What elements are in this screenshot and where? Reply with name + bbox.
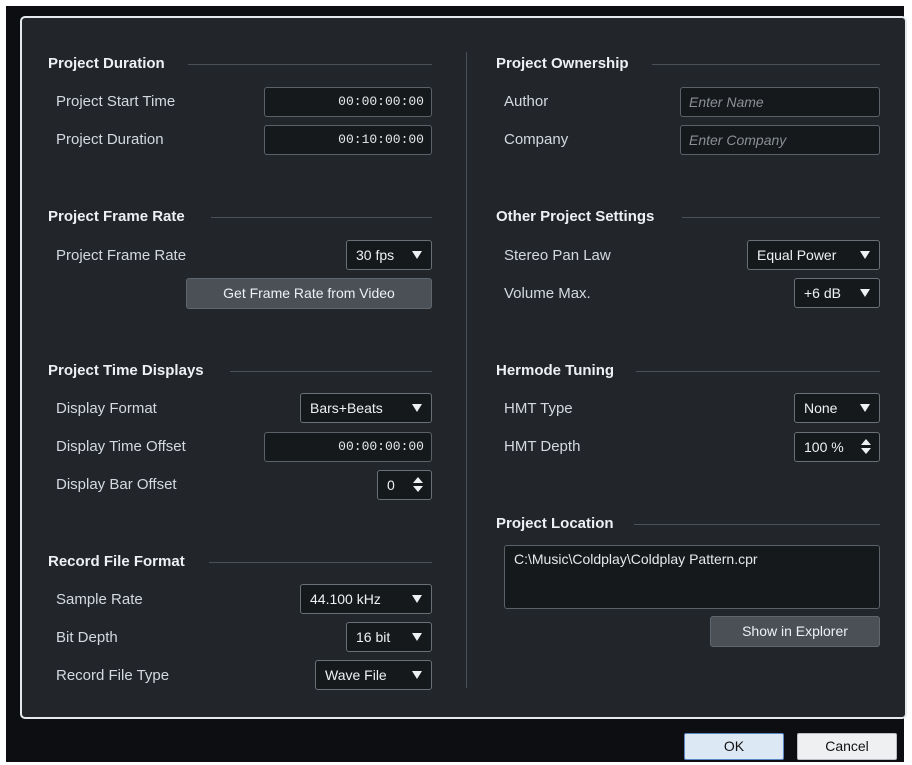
hmt-depth-label: HMT Depth <box>504 438 581 455</box>
company-input[interactable]: Enter Company <box>680 125 880 155</box>
cancel-button[interactable]: Cancel <box>797 733 897 760</box>
stereo-pan-law-dropdown[interactable]: Equal Power <box>747 240 880 270</box>
volume-max-value: +6 dB <box>804 285 841 301</box>
sample-rate-label: Sample Rate <box>56 591 143 608</box>
chevron-down-icon <box>412 404 422 412</box>
volume-max-label: Volume Max. <box>504 285 591 302</box>
sample-rate-dropdown[interactable]: 44.100 kHz <box>300 584 432 614</box>
chevron-down-icon <box>412 595 422 603</box>
project-start-time-field[interactable]: 00:00:00:00 <box>264 87 432 117</box>
project-duration-field[interactable]: 00:10:00:00 <box>264 125 432 155</box>
sample-rate-value: 44.100 kHz <box>310 591 381 607</box>
section-divider <box>682 217 880 218</box>
display-time-offset-field[interactable]: 00:00:00:00 <box>264 432 432 462</box>
hmt-depth-spinner[interactable]: 100 % <box>794 432 880 462</box>
project-location-path[interactable]: C:\Music\Coldplay\Coldplay Pattern.cpr <box>504 545 880 609</box>
chevron-down-icon <box>860 289 870 297</box>
record-file-type-label: Record File Type <box>56 667 170 684</box>
project-setup-dialog: Project Duration Project Start Time 00:0… <box>6 6 907 762</box>
chevron-down-icon <box>412 251 422 259</box>
section-title-hermode-tuning: Hermode Tuning <box>496 362 615 379</box>
show-in-explorer-button[interactable]: Show in Explorer <box>710 616 880 647</box>
display-format-label: Display Format <box>56 400 157 417</box>
section-divider <box>211 217 432 218</box>
frame-rate-dropdown[interactable]: 30 fps <box>346 240 432 270</box>
ok-button[interactable]: OK <box>684 733 784 760</box>
volume-max-dropdown[interactable]: +6 dB <box>794 278 880 308</box>
display-format-dropdown[interactable]: Bars+Beats <box>300 393 432 423</box>
project-frame-rate-label: Project Frame Rate <box>56 247 187 264</box>
display-format-value: Bars+Beats <box>310 400 383 416</box>
hmt-depth-value: 100 % <box>804 439 844 455</box>
section-title-project-duration: Project Duration <box>48 55 165 72</box>
stereo-pan-law-label: Stereo Pan Law <box>504 247 611 264</box>
frame-rate-value: 30 fps <box>356 247 395 263</box>
section-divider <box>634 524 880 525</box>
section-divider <box>652 64 880 65</box>
hmt-type-label: HMT Type <box>504 400 573 417</box>
hmt-type-value: None <box>804 400 838 416</box>
bit-depth-label: Bit Depth <box>56 629 118 646</box>
section-title-project-ownership: Project Ownership <box>496 55 629 72</box>
display-bar-offset-label: Display Bar Offset <box>56 476 177 493</box>
author-label: Author <box>504 93 549 110</box>
display-time-offset-label: Display Time Offset <box>56 438 186 455</box>
project-duration-label: Project Duration <box>56 131 164 148</box>
section-divider <box>636 371 880 372</box>
record-file-type-dropdown[interactable]: Wave File <box>315 660 432 690</box>
chevron-down-icon <box>860 251 870 259</box>
section-divider <box>188 64 432 65</box>
section-title-record-file-format: Record File Format <box>48 553 185 570</box>
chevron-down-icon <box>412 671 422 679</box>
author-input[interactable]: Enter Name <box>680 87 880 117</box>
column-divider <box>466 52 467 688</box>
section-divider <box>209 562 432 563</box>
bit-depth-value: 16 bit <box>356 629 391 645</box>
chevron-down-icon <box>412 633 422 641</box>
section-title-project-location: Project Location <box>496 515 614 532</box>
settings-panel: Project Duration Project Start Time 00:0… <box>20 16 907 719</box>
bit-depth-dropdown[interactable]: 16 bit <box>346 622 432 652</box>
company-label: Company <box>504 131 569 148</box>
spinner-arrows-icon[interactable] <box>413 477 423 493</box>
chevron-down-icon <box>860 404 870 412</box>
project-start-time-label: Project Start Time <box>56 93 176 110</box>
get-frame-rate-from-video-button[interactable]: Get Frame Rate from Video <box>186 278 432 309</box>
section-title-project-time-displays: Project Time Displays <box>48 362 204 379</box>
section-title-other-project-settings: Other Project Settings <box>496 208 655 225</box>
display-bar-offset-value: 0 <box>387 477 395 493</box>
section-title-project-frame-rate: Project Frame Rate <box>48 208 185 225</box>
section-divider <box>230 371 432 372</box>
display-bar-offset-spinner[interactable]: 0 <box>377 470 432 500</box>
record-file-type-value: Wave File <box>325 667 387 683</box>
stereo-pan-law-value: Equal Power <box>757 247 837 263</box>
spinner-arrows-icon[interactable] <box>861 439 871 455</box>
hmt-type-dropdown[interactable]: None <box>794 393 880 423</box>
